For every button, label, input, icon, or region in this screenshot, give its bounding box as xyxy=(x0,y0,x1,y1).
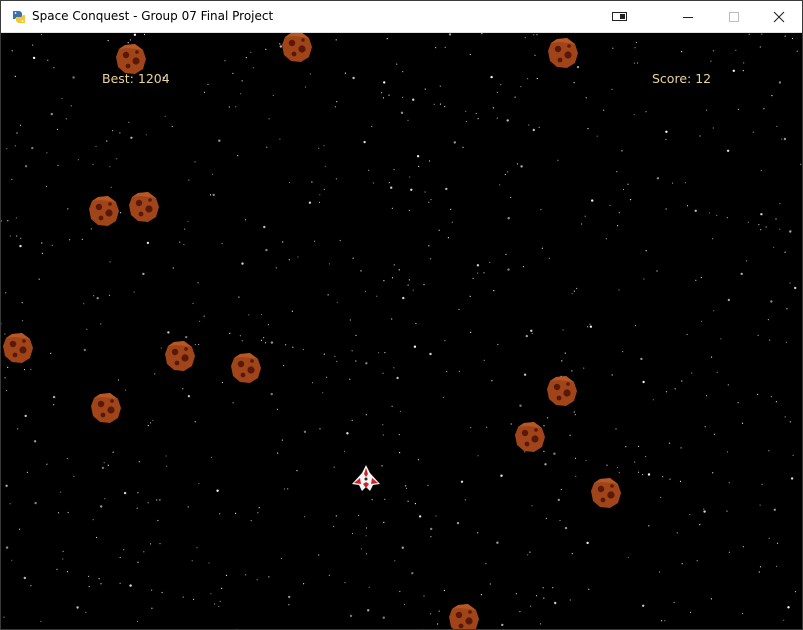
player-ship-icon xyxy=(352,465,380,491)
maximize-icon xyxy=(728,11,740,23)
minimize-button[interactable] xyxy=(665,1,711,32)
asteroid-icon xyxy=(115,43,147,75)
asteroid-icon xyxy=(448,603,480,629)
starfield xyxy=(1,33,802,629)
asteroid-icon xyxy=(90,392,122,424)
title-bar[interactable]: Space Conquest - Group 07 Final Project xyxy=(1,1,802,33)
maximize-button[interactable] xyxy=(711,1,757,32)
asteroid-icon xyxy=(128,191,160,223)
asteroid-icon xyxy=(164,340,196,372)
minimize-icon xyxy=(682,11,694,23)
asteroid-icon xyxy=(546,375,578,407)
asteroid-icon xyxy=(88,195,120,227)
python-icon xyxy=(11,9,27,25)
asteroid-icon xyxy=(230,352,262,384)
game-canvas[interactable]: Best: 1204 Score: 12 xyxy=(1,33,802,629)
asteroid-icon xyxy=(2,332,34,364)
asteroid-icon xyxy=(547,37,579,69)
asteroid-icon xyxy=(590,477,622,509)
close-icon xyxy=(773,11,785,23)
current-score-text: Score: 12 xyxy=(652,71,712,86)
asteroid-icon xyxy=(281,33,313,63)
asteroid-icon xyxy=(514,421,546,453)
snap-layout-icon xyxy=(612,11,628,23)
close-button[interactable] xyxy=(756,1,802,32)
snap-layout-button[interactable] xyxy=(597,1,643,32)
window-title: Space Conquest - Group 07 Final Project xyxy=(32,9,274,23)
game-window: Space Conquest - Group 07 Final Project xyxy=(0,0,803,630)
